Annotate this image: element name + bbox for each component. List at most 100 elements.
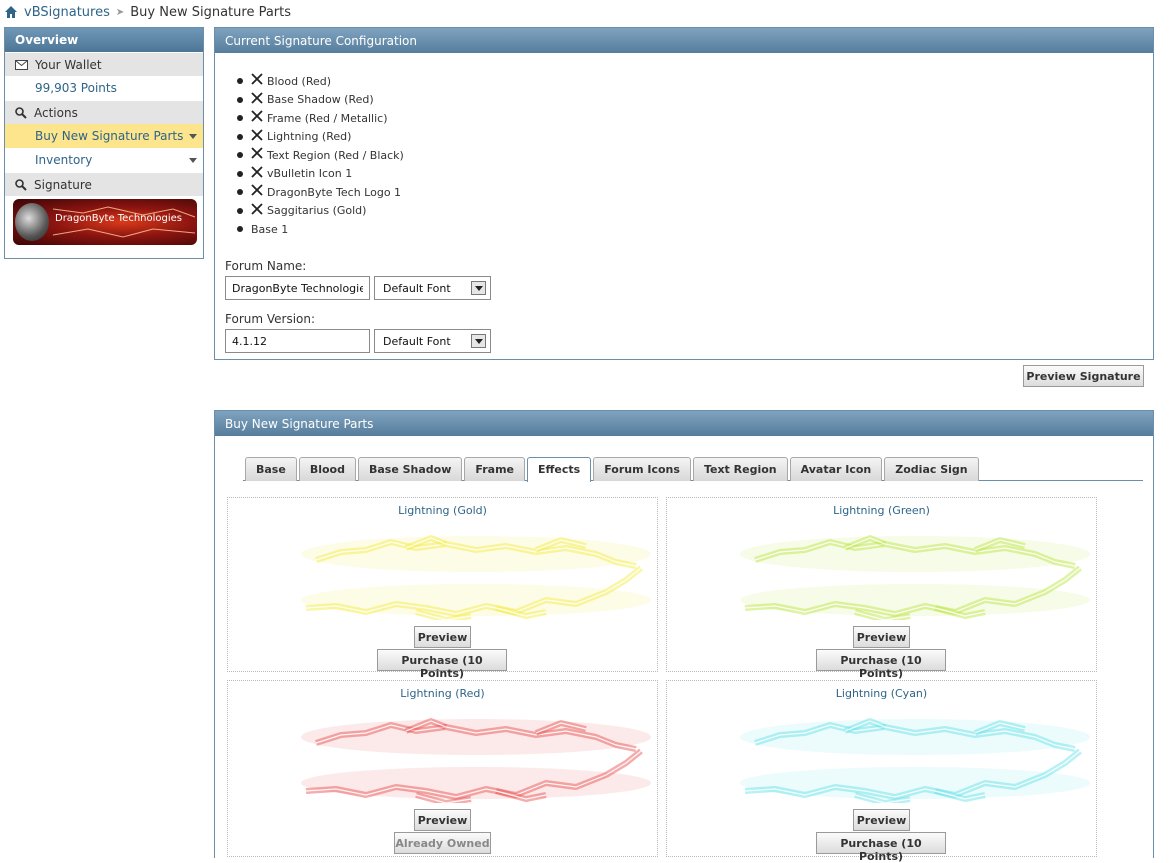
configuration-part-item: Saggitarius (Gold) [237,202,404,221]
home-icon[interactable] [4,5,18,19]
bullet-icon [237,96,243,103]
part-label: Lightning (Red) [267,130,352,144]
current-configuration-panel: Current Signature Configuration Blood (R… [214,27,1154,360]
category-tabs: Base Blood Base Shadow Frame Effects Forum Ic… [245,457,981,482]
sidebar-item-label: 99,903 Points [35,81,117,95]
remove-x-icon[interactable] [251,184,263,196]
sidebar-item-buy-parts[interactable]: Buy New Signature Parts [5,124,203,148]
bullet-icon [237,189,243,196]
breadcrumb-current: Buy New Signature Parts [130,4,292,20]
breadcrumb-separator-icon: ➤ [115,6,125,18]
bullet-icon [237,152,243,159]
sidebar-section-signature: Signature [5,172,203,196]
forum-name-label: Forum Name: [225,259,307,273]
tab-blood[interactable]: Blood [298,457,356,481]
purchase-button[interactable]: Purchase (10 Points) [816,832,946,863]
remove-x-icon[interactable] [251,166,263,178]
already-owned-button: Already Owned [394,832,491,854]
sidebar-item-label: Buy New Signature Parts [35,129,184,143]
remove-x-icon[interactable] [251,147,263,159]
panel-title: Current Signature Configuration [215,28,1153,53]
configuration-part-item: Base Shadow (Red) [237,91,404,110]
signature-banner-text: DragonByte Technologies [55,213,183,224]
select-value: Default Font [383,335,451,348]
remove-x-icon[interactable] [251,92,263,104]
remove-x-icon[interactable] [251,129,263,141]
bullet-icon [237,78,243,85]
bullet-icon [237,226,243,233]
select-value: Default Font [383,282,451,295]
bullet-icon [237,133,243,140]
purchase-button[interactable]: Purchase (10 Points) [816,649,946,680]
shop-item-card: Lightning (Red) Preview Already Owned [227,680,658,857]
tab-effects[interactable]: Effects [527,457,592,482]
lightning-preview-image [740,718,1090,803]
configuration-part-list: Blood (Red) Base Shadow (Red) Frame (Red /… [237,72,404,239]
bullet-icon [237,207,243,214]
part-label: Saggitarius (Gold) [267,204,367,218]
sidebar-item-label: Inventory [35,153,93,167]
dragon-logo-icon [15,203,49,241]
magnifier-icon [15,178,27,191]
breadcrumb-site-link[interactable]: vBSignatures [24,5,110,20]
lightning-preview-image [301,718,651,803]
sidebar: Overview Your Wallet 99,903 Points Actio… [4,27,204,259]
forum-version-font-select[interactable]: Default Font [374,329,491,353]
shop-item-card: Lightning (Cyan) Preview Purchase (10 Poin… [666,680,1097,863]
bullet-icon [237,115,243,122]
breadcrumb: vBSignatures ➤ Buy New Signature Parts [4,3,291,21]
forum-version-input[interactable] [225,329,370,353]
chevron-down-icon[interactable] [189,158,197,163]
lightning-preview-image [740,535,1090,620]
configuration-part-item: Text Region (Red / Black) [237,146,404,165]
tab-forum-icons[interactable]: Forum Icons [593,457,691,481]
purchase-button[interactable]: Purchase (10 Points) [377,649,507,680]
shop-item-card: Lightning (Green) Preview Purchase (10 Poi… [666,497,1097,680]
configuration-part-item: Blood (Red) [237,72,404,91]
sidebar-item-points[interactable]: 99,903 Points [5,76,203,100]
preview-signature-button[interactable]: Preview Signature [1023,365,1144,387]
bullet-icon [237,170,243,177]
preview-item-button[interactable]: Preview [853,809,910,831]
dropdown-arrow-icon[interactable] [471,334,486,348]
magnifier-icon [15,106,27,119]
tab-zodiac-sign[interactable]: Zodiac Sign [884,457,979,481]
forum-version-label: Forum Version: [225,312,316,326]
part-label: Base Shadow (Red) [267,93,374,107]
envelope-icon [15,59,28,70]
preview-item-button[interactable]: Preview [414,626,471,648]
remove-x-icon[interactable] [251,203,263,215]
configuration-part-item: Lightning (Red) [237,128,404,147]
sidebar-section-actions: Actions [5,100,203,124]
tab-frame[interactable]: Frame [464,457,525,481]
sidebar-item-inventory[interactable]: Inventory [5,148,203,172]
part-label: Base 1 [251,222,289,236]
tab-text-region[interactable]: Text Region [692,457,788,481]
part-label: Text Region (Red / Black) [267,148,404,162]
sidebar-title: Overview [5,28,203,52]
forum-name-input[interactable] [225,276,370,300]
tab-base-shadow[interactable]: Base Shadow [357,457,463,481]
lightning-preview-image [301,535,651,620]
preview-item-button[interactable]: Preview [853,626,910,648]
sidebar-section-label: Your Wallet [35,57,102,72]
item-name: Lightning (Green) [833,504,930,517]
tab-base[interactable]: Base [245,457,297,481]
sidebar-section-label: Actions [34,105,78,120]
panel-title: Buy New Signature Parts [215,411,1153,436]
signature-banner-image: DragonByte Technologies [13,199,197,245]
part-label: DragonByte Tech Logo 1 [267,185,402,199]
chevron-down-icon[interactable] [189,134,197,139]
item-name: Lightning (Cyan) [835,687,928,700]
buy-parts-panel: Buy New Signature Parts Base Blood Base Sh… [214,410,1154,863]
remove-x-icon[interactable] [251,110,263,122]
item-name: Lightning (Red) [400,687,485,700]
dropdown-arrow-icon[interactable] [471,281,486,295]
part-label: Blood (Red) [267,74,332,88]
remove-x-icon[interactable] [251,73,263,85]
tab-avatar-icon[interactable]: Avatar Icon [789,457,883,481]
shop-item-card: Lightning (Gold) Preview Purchase (10 Poin… [227,497,658,680]
preview-item-button[interactable]: Preview [414,809,471,831]
part-label: Frame (Red / Metallic) [267,111,388,125]
forum-name-font-select[interactable]: Default Font [374,276,491,300]
